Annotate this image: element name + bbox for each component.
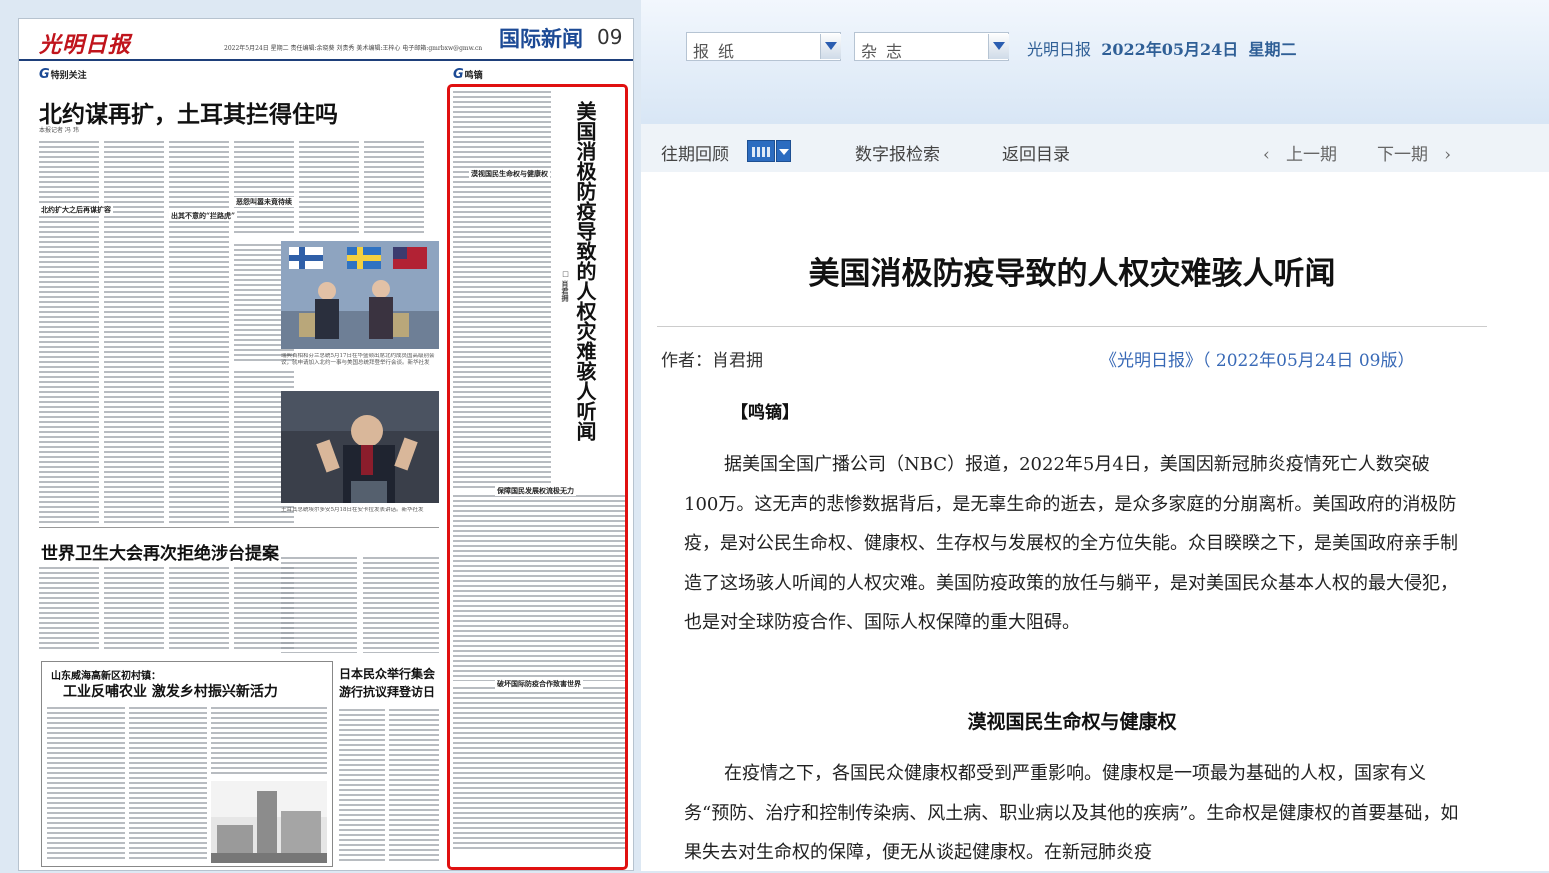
text-block: [299, 141, 359, 236]
article-source: 《光明日报》（ 2022年05月24日 09版）: [1100, 351, 1415, 371]
magazine-select[interactable]: 杂志: [854, 32, 1009, 61]
dateline-paper: 光明日报: [1027, 40, 1092, 59]
dateline-date: 2022年05月24日: [1101, 40, 1239, 59]
text-block: [39, 567, 99, 651]
past-review-link[interactable]: 往期回顾: [661, 140, 729, 165]
headline-shandong[interactable]: 工业反哺农业 激发乡村振兴新活力: [63, 681, 278, 701]
back-to-index-link[interactable]: 返回目录: [1002, 140, 1070, 165]
byline: 本报记者 冯 玮: [39, 127, 79, 134]
top-bar: [641, 0, 1549, 124]
article-paragraph: 据美国全国广播公司（NBC）报道，2022年5月4日，美国因新冠肺炎疫情死亡人数…: [684, 454, 1458, 633]
subhead: 出其不意的“拦路虎”: [169, 211, 238, 221]
text-block: [169, 567, 229, 651]
dateline: 光明日报 2022年05月24日 星期二: [1027, 36, 1296, 60]
text-block: [47, 707, 125, 862]
page-number: 09: [597, 25, 623, 49]
photo-caption: 瑞典首相和芬兰总统5月17日在华盛顿出席北约成员国高级别会议，就申请加入北约一事…: [281, 353, 435, 366]
subhead: 恶怨叫嚣未竟待续: [234, 197, 294, 207]
text-block: [211, 707, 327, 775]
text-block: [104, 567, 164, 651]
photo-erdogan[interactable]: [281, 391, 439, 503]
next-issue-link[interactable]: 下一期 ›: [1377, 140, 1451, 165]
text-block: [129, 707, 207, 862]
headline-japan-2[interactable]: 游行抗议拜登访日: [339, 683, 435, 700]
divider: [39, 527, 439, 528]
article-title: 美国消极防疫导致的人权灾难骇人听闻: [808, 256, 1336, 292]
headline-japan-1[interactable]: 日本民众举行集会: [339, 665, 435, 682]
text-block: [339, 709, 385, 863]
prev-issue-link[interactable]: ‹ 上一期: [1263, 140, 1337, 165]
text-block: [364, 141, 424, 236]
text-block: [39, 141, 99, 523]
photo-factory-image: [211, 781, 327, 863]
article-subheading: 漠视国民生命权与健康权: [967, 711, 1177, 733]
masthead-info: 2022年5月24日 星期二 责任编辑:余晓葵 刘贵秀 美术编辑:王梓心 电子邮…: [224, 45, 483, 52]
article-column-label: 【鸣镝】: [731, 403, 799, 423]
headline-wha[interactable]: 世界卫生大会再次拒绝涉台提案: [41, 539, 279, 564]
calendar-picker[interactable]: [747, 140, 791, 163]
section-title: 国际新闻: [499, 26, 583, 51]
dateline-weekday: 星期二: [1248, 40, 1297, 59]
photo-leaders-image: [281, 241, 439, 349]
text-block: [169, 141, 229, 523]
newspaper-select[interactable]: 报纸: [686, 32, 841, 61]
headline-shandong-kicker: 山东威海高新区初村镇：: [51, 671, 161, 682]
chevron-left-icon: ‹: [1263, 145, 1270, 165]
subhead: 北约扩大之后再谋扩容: [39, 205, 113, 215]
text-block: [281, 557, 357, 653]
column-header-special: G特别关注: [39, 67, 87, 82]
text-block: [363, 557, 439, 653]
text-block: [389, 709, 439, 863]
magazine-select-value: 杂志: [861, 42, 912, 61]
masthead: 光明日报 2022年5月24日 星期二 责任编辑:余晓葵 刘贵秀 美术编辑:王梓…: [19, 19, 633, 61]
column-header-mingdi: G鸣镝: [453, 67, 483, 82]
article-author: 作者：肖君拥: [661, 351, 763, 371]
newspaper-select-value: 报纸: [693, 42, 744, 61]
photo-factory[interactable]: [211, 781, 327, 863]
article-paragraph: 在疫情之下，各国民众健康权都受到严重影响。健康权是一项最为基础的人权，国家有义务…: [684, 763, 1459, 863]
text-block: [104, 141, 164, 523]
photo-erdogan-image: [281, 391, 439, 503]
newspaper-page[interactable]: 光明日报 2022年5月24日 星期二 责任编辑:余晓葵 刘贵秀 美术编辑:王梓…: [18, 18, 634, 871]
chevron-down-icon[interactable]: [988, 34, 1009, 59]
chevron-down-icon[interactable]: [776, 140, 791, 162]
chevron-down-icon[interactable]: [820, 34, 841, 59]
paper-logo: 光明日报: [39, 32, 132, 58]
photo-caption: 土耳其总统埃尔多安5月18日在安卡拉发表讲话。新华社发: [281, 507, 424, 513]
text-block: [234, 141, 294, 236]
headline-nato[interactable]: 北约谋再扩，土耳其拦得住吗: [39, 95, 338, 129]
chevron-right-icon: ›: [1444, 145, 1452, 165]
digital-search-link[interactable]: 数字报检索: [855, 140, 940, 165]
calendar-icon[interactable]: [747, 140, 775, 162]
selected-article-highlight[interactable]: [447, 84, 628, 870]
photo-leaders-press[interactable]: [281, 241, 439, 349]
divider: [657, 326, 1487, 327]
